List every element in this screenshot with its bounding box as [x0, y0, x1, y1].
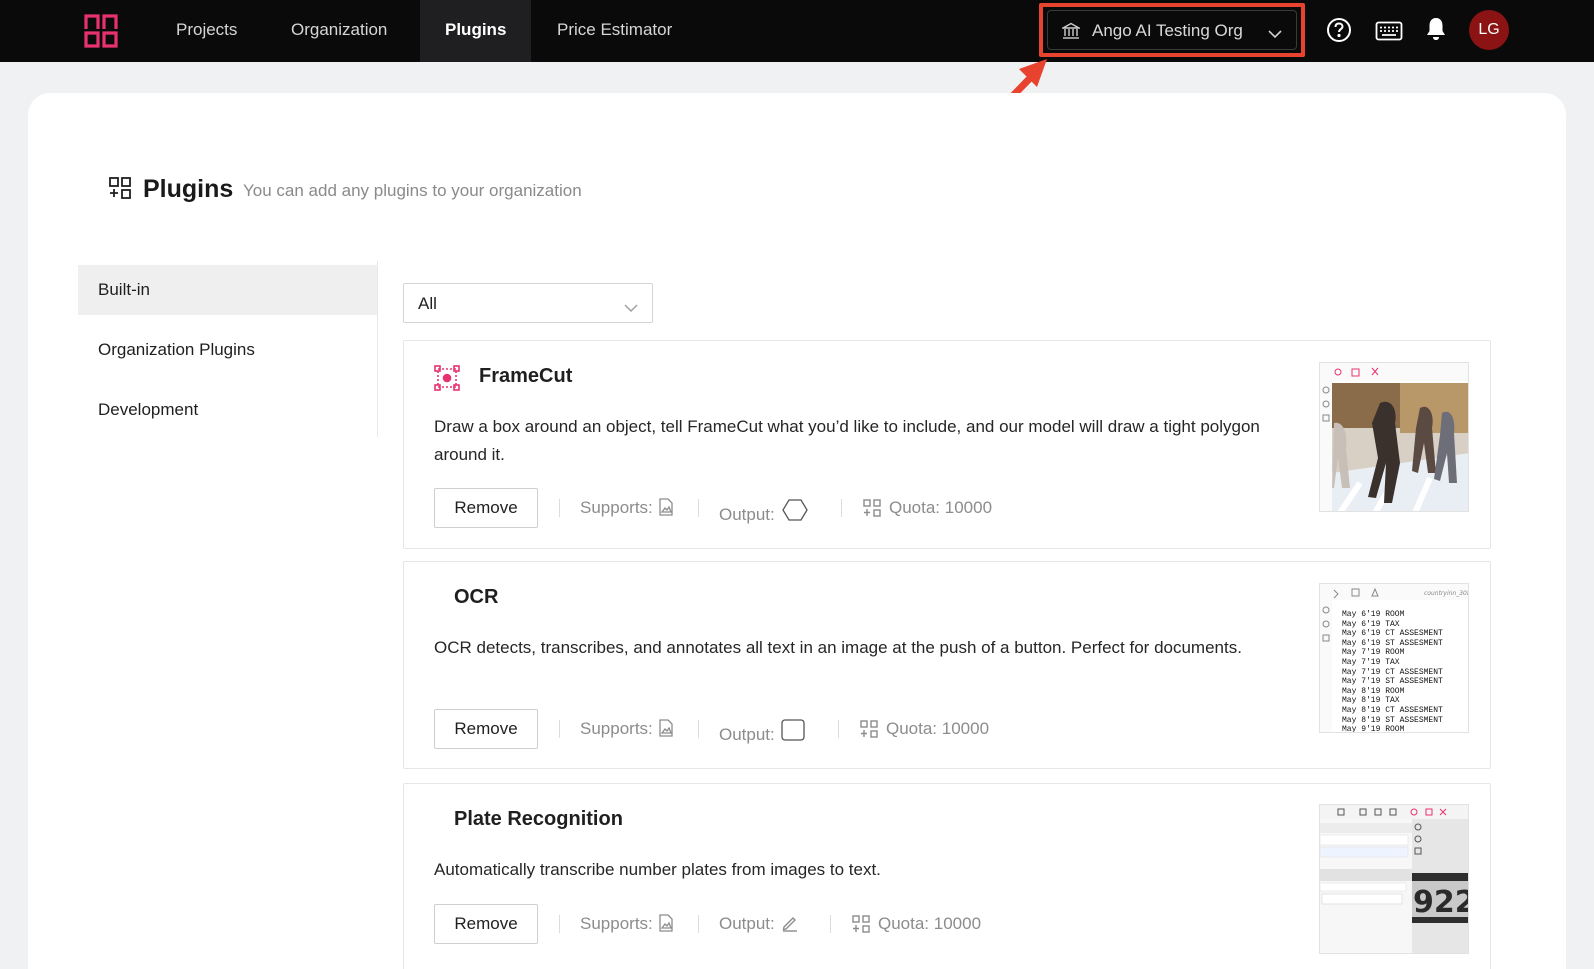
- ocr-sample-line: May 7'19 TAX: [1342, 657, 1400, 667]
- quota-icon: [860, 720, 878, 743]
- supports-text: Supports:: [580, 914, 653, 933]
- divider: [559, 720, 560, 738]
- output-label: Output:: [719, 498, 809, 525]
- image-file-icon: [659, 914, 673, 932]
- ocr-sample-line: May 7'19 CT ASSESMENT: [1342, 667, 1443, 677]
- plugin-description: Draw a box around an object, tell FrameC…: [434, 417, 1260, 464]
- supports-label: Supports:: [580, 914, 673, 934]
- plugin-description: OCR detects, transcribes, and annotates …: [434, 638, 1242, 657]
- help-icon[interactable]: [1326, 17, 1352, 48]
- ocr-sample-line: May 8'19 ROOM: [1342, 686, 1405, 696]
- ocr-sample-line: May 8'19 ST ASSESMENT: [1342, 715, 1443, 725]
- output-label: Output:: [719, 719, 805, 745]
- nav-projects[interactable]: Projects: [151, 0, 262, 62]
- ocr-preview-image: countryinn_308 May 6'19 ROOM May 6'19 TAX…: [1319, 583, 1469, 733]
- framecut-preview-image: [1319, 362, 1469, 512]
- plugin-category-menu: Built-in Organization Plugins Developmen…: [78, 261, 378, 437]
- page-title: Plugins: [143, 175, 234, 203]
- divider: [698, 499, 699, 517]
- ocr-sample-line: May 6'19 ST ASSESMENT: [1342, 638, 1443, 648]
- ocr-sample-line: May 6'19 CT ASSESMENT: [1342, 629, 1443, 639]
- ocr-sample-line: May 8'19 CT ASSESMENT: [1342, 705, 1443, 715]
- app-logo-icon[interactable]: [84, 14, 118, 48]
- plate-number-text: 9225: [1413, 885, 1469, 920]
- quota-icon: [852, 915, 870, 938]
- divider: [841, 499, 842, 517]
- plugin-description: Automatically transcribe number plates f…: [434, 860, 881, 879]
- ocr-sample-line: May 7'19 ROOM: [1342, 648, 1405, 658]
- output-text: Output:: [719, 725, 775, 744]
- remove-button[interactable]: Remove: [434, 904, 538, 944]
- image-file-icon: [659, 498, 673, 516]
- divider: [838, 720, 839, 738]
- divider: [559, 915, 560, 933]
- page-subtitle: You can add any plugins to your organiza…: [243, 181, 582, 200]
- polygon-icon: [782, 499, 808, 521]
- ocr-sample-text: May 6'19 ROOM May 6'19 TAX May 6'19 CT ASS…: [1342, 610, 1443, 733]
- supports-label: Supports:: [580, 719, 673, 739]
- ocr-sample-line: May 8'19 TAX: [1342, 696, 1400, 706]
- plugin-card-ocr: OCR OCR detects, transcribes, and annota…: [403, 561, 1491, 769]
- svg-text:countryinn_308: countryinn_308: [1424, 590, 1469, 597]
- divider: [830, 915, 831, 933]
- divider: [698, 720, 699, 738]
- nav-organization[interactable]: Organization: [266, 0, 412, 62]
- highlight-box: [1039, 3, 1305, 57]
- chevron-down-icon: [624, 298, 638, 318]
- keyboard-icon[interactable]: [1375, 20, 1403, 47]
- user-avatar[interactable]: LG: [1469, 10, 1509, 50]
- framecut-icon: [434, 365, 460, 396]
- output-text: Output:: [719, 505, 775, 524]
- plugin-name: Plate Recognition: [454, 808, 623, 830]
- top-navbar: Projects Organization Plugins Price Esti…: [0, 0, 1594, 62]
- plugin-filter-select[interactable]: All: [403, 283, 653, 323]
- plugin-card-framecut: FrameCut Draw a box around an object, te…: [403, 340, 1491, 549]
- divider: [559, 499, 560, 517]
- ocr-sample-line: May 6'19 TAX: [1342, 619, 1400, 629]
- quota-icon: [863, 499, 881, 522]
- box-icon: [781, 719, 805, 741]
- plugins-icon: [108, 176, 132, 205]
- remove-button[interactable]: Remove: [434, 709, 538, 749]
- remove-button[interactable]: Remove: [434, 488, 538, 528]
- image-file-icon: [659, 719, 673, 737]
- output-label: Output:: [719, 914, 799, 934]
- filter-value: All: [418, 294, 437, 313]
- supports-text: Supports:: [580, 719, 653, 738]
- output-text: Output:: [719, 914, 775, 933]
- bell-icon[interactable]: [1425, 16, 1447, 47]
- pencil-icon: [782, 917, 797, 932]
- menu-item-development[interactable]: Development: [78, 385, 377, 435]
- plugin-name: FrameCut: [479, 365, 573, 387]
- nav-price-estimator[interactable]: Price Estimator: [532, 0, 697, 62]
- ocr-sample-line: May 7'19 ST ASSESMENT: [1342, 677, 1443, 687]
- ocr-sample-line: May 6'19 ROOM: [1342, 610, 1405, 619]
- nav-plugins[interactable]: Plugins: [420, 0, 532, 62]
- menu-item-organization-plugins[interactable]: Organization Plugins: [78, 325, 377, 375]
- quota-text: Quota: 10000: [889, 498, 993, 517]
- plugin-name: OCR: [454, 586, 499, 608]
- ocr-sample-line: May 9'19 ROOM: [1342, 725, 1405, 733]
- divider: [698, 915, 699, 933]
- supports-label: Supports:: [580, 498, 673, 518]
- quota-text: Quota: 10000: [878, 914, 982, 933]
- menu-item-built-in[interactable]: Built-in: [78, 265, 377, 315]
- plugin-card-plate-recognition: Plate Recognition Automatically transcri…: [403, 783, 1491, 969]
- supports-text: Supports:: [580, 498, 653, 517]
- quota-text: Quota: 10000: [886, 719, 990, 738]
- plate-recognition-preview-image: 9225: [1319, 804, 1469, 954]
